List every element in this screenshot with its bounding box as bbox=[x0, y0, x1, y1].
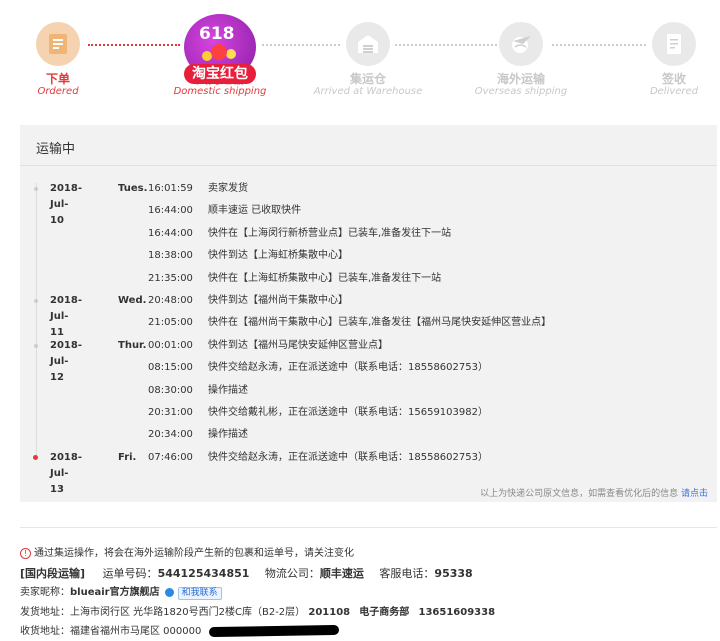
event-day: Tues. bbox=[118, 183, 148, 194]
event-time: 20:48:00 bbox=[148, 295, 193, 306]
event-description: 快件在【福州尚干集散中心】已装车,准备发往【福州马尾快安延伸区营业点】 bbox=[208, 317, 552, 329]
divider bbox=[20, 527, 717, 528]
event-day: Wed. bbox=[118, 295, 147, 306]
progress-steps: 下单 Ordered 国内运输 Domestic shipping 集运仓 Ar… bbox=[0, 0, 720, 125]
contact-seller-button[interactable]: 和我联系 bbox=[177, 587, 222, 600]
step-label: 签收 bbox=[661, 72, 686, 86]
event-description: 快件在【上海闵行新桥营业点】已装车,准备发往下一站 bbox=[208, 227, 452, 239]
event-time: 08:15:00 bbox=[148, 362, 193, 374]
event-time: 08:30:00 bbox=[148, 384, 193, 396]
tracking-panel: 运输中 2018-Jul-10 Tues. 16:01:59 卖家发货 16:44:00… bbox=[20, 125, 717, 502]
optimize-link[interactable]: 请点击 bbox=[681, 489, 708, 499]
event-description: 顺丰速运 已收取快件 bbox=[208, 205, 302, 217]
divider bbox=[20, 165, 717, 166]
ship-to-line: 收货地址：福建省福州市马尾区 000000 bbox=[20, 624, 340, 639]
event-description: 操作描述 bbox=[208, 429, 248, 441]
chat-icon[interactable] bbox=[164, 587, 174, 597]
ship-from-dept: 电子商务部 bbox=[359, 607, 410, 618]
event-time: 21:35:00 bbox=[148, 272, 193, 284]
step-ordered: 下单 Ordered bbox=[3, 22, 113, 98]
plane-globe-icon bbox=[499, 22, 543, 66]
seller-name[interactable]: blueair官方旗舰店 bbox=[70, 587, 160, 598]
event-day: Fri. bbox=[118, 451, 137, 463]
event-description: 卖家发货 bbox=[208, 183, 248, 194]
ship-from-address: 上海市闵行区 光华路1820号西门2楼C库（B2-2层） bbox=[70, 607, 306, 618]
event-description: 快件到达【福州马尾快安延伸区营业点】 bbox=[208, 339, 388, 351]
event-description: 快件到达【福州尚干集散中心】 bbox=[208, 295, 348, 306]
event-day: Thur. bbox=[118, 339, 147, 351]
event-time: 20:34:00 bbox=[148, 429, 193, 441]
event-time: 21:05:00 bbox=[148, 317, 193, 329]
step-warehouse: 集运仓 Arrived at Warehouse bbox=[313, 22, 423, 98]
shipment-line: [国内段运输] 运单号码：544125434851 物流公司：顺丰速运 客服电话… bbox=[20, 567, 473, 581]
event-time: 20:31:00 bbox=[148, 407, 193, 418]
badge-label: 淘宝红包 bbox=[184, 64, 256, 84]
waybill-number: 544125434851 bbox=[157, 567, 250, 580]
event-description: 快件在【上海虹桥集散中心】已装车,准备发往下一站 bbox=[208, 272, 442, 284]
tracking-note: 以上为快递公司原文信息，如需查看优化后的信息 请点击 bbox=[480, 486, 708, 499]
ship-to-label: 收货地址： bbox=[20, 626, 70, 637]
event-date: 2018-Jul-10 bbox=[50, 183, 82, 226]
step-sublabel: Ordered bbox=[37, 86, 79, 97]
document-icon bbox=[36, 22, 80, 66]
step-label: 海外运输 bbox=[496, 72, 545, 86]
step-sublabel: Arrived at Warehouse bbox=[313, 86, 423, 97]
step-label: 下单 bbox=[45, 72, 70, 86]
redaction-mark bbox=[209, 624, 340, 638]
event-description: 快件交给赵永涛，正在派送途中（联系电话：18558602753） bbox=[208, 451, 488, 463]
timeline-dot bbox=[34, 343, 38, 348]
event-description: 操作描述 bbox=[208, 384, 248, 396]
event-time: 16:44:00 bbox=[148, 205, 193, 217]
event-description: 快件到达【上海虹桥集散中心】 bbox=[208, 250, 348, 262]
step-delivered: 签收 Delivered bbox=[619, 22, 720, 98]
seller-line: 卖家昵称：blueair官方旗舰店 和我联系 bbox=[20, 586, 222, 600]
event-description: 快件交给戴礼彬，正在派送途中（联系电话：15659103982） bbox=[208, 407, 488, 418]
badge-number: 618 bbox=[199, 24, 235, 44]
notice-text: 通过集运操作，将会在海外运输阶段产生新的包裹和运单号，请关注变化 bbox=[34, 548, 354, 559]
ship-from-phone: 13651609338 bbox=[418, 607, 496, 618]
note-text: 以上为快递公司原文信息，如需查看优化后的信息 bbox=[480, 489, 679, 499]
step-label: 集运仓 bbox=[349, 72, 386, 86]
event-time: 16:01:59 bbox=[148, 183, 193, 194]
event-date: 2018-Jul-12 bbox=[50, 339, 82, 383]
ship-to-address: 福建省福州市马尾区 000000 bbox=[70, 626, 202, 637]
receipt-icon bbox=[652, 22, 696, 66]
hotline-label: 客服电话： bbox=[379, 567, 435, 580]
carrier-name: 顺丰速运 bbox=[319, 567, 364, 580]
event-time: 18:38:00 bbox=[148, 250, 193, 262]
red-envelope-icon bbox=[211, 44, 227, 60]
ship-from-label: 发货地址： bbox=[20, 607, 70, 618]
step-sublabel: Domestic shipping bbox=[173, 86, 267, 97]
seller-label: 卖家昵称： bbox=[20, 587, 70, 598]
event-time: 00:01:00 bbox=[148, 339, 193, 351]
warehouse-icon bbox=[346, 22, 390, 66]
event-time: 07:46:00 bbox=[148, 451, 193, 463]
ship-from-line: 发货地址：上海市闵行区 光华路1820号西门2楼C库（B2-2层） 201108… bbox=[20, 606, 495, 620]
promo-badge[interactable]: 618 淘宝红包 bbox=[181, 12, 259, 86]
ship-from-zip: 201108 bbox=[308, 607, 351, 618]
step-sublabel: Overseas shipping bbox=[474, 86, 568, 97]
event-date: 2018-Jul-11 bbox=[50, 295, 82, 338]
hotline-number: 95338 bbox=[434, 567, 473, 580]
event-time: 16:44:00 bbox=[148, 227, 193, 239]
timeline-dot bbox=[34, 187, 38, 191]
step-overseas: 海外运输 Overseas shipping bbox=[466, 22, 576, 98]
event-date: 2018-Jul-13 bbox=[50, 451, 82, 495]
section-title: [国内段运输] bbox=[20, 567, 86, 580]
waybill-label: 运单号码： bbox=[102, 567, 158, 580]
warning-icon: ! bbox=[20, 547, 31, 559]
current-status-dot bbox=[33, 454, 38, 460]
tracking-status: 运输中 bbox=[36, 142, 76, 157]
timeline-dot bbox=[34, 299, 38, 303]
timeline-line bbox=[36, 183, 37, 455]
step-sublabel: Delivered bbox=[649, 86, 699, 97]
event-description: 快件交给赵永涛，正在派送途中（联系电话：18558602753） bbox=[208, 362, 488, 374]
carrier-label: 物流公司： bbox=[264, 567, 320, 580]
notice-line: ! 通过集运操作，将会在海外运输阶段产生新的包裹和运单号，请关注变化 bbox=[20, 547, 354, 561]
